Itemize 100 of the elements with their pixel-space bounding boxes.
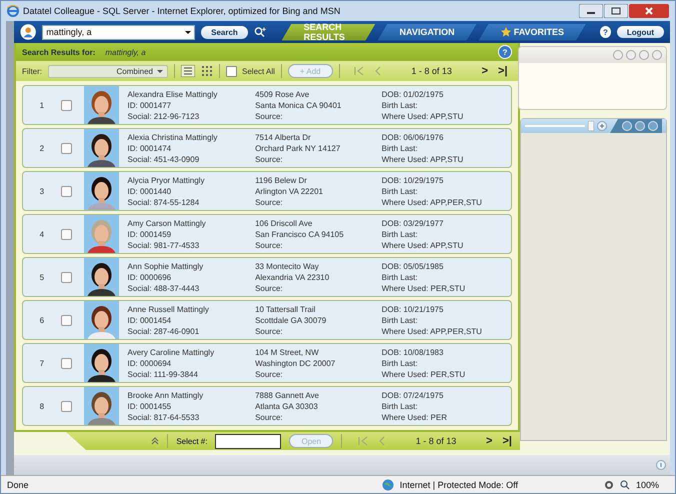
- where-used: Where Used: PER: [382, 412, 448, 423]
- checkbox[interactable]: [60, 186, 72, 196]
- birth-last: Birth Last:: [382, 358, 419, 369]
- social-number: Social: 488-37-4443: [128, 283, 200, 294]
- previous-page-icon[interactable]: [374, 66, 382, 76]
- zoom-icon[interactable]: [620, 480, 630, 490]
- street-address: 104 M Street, NW: [255, 347, 320, 358]
- checkbox[interactable]: [60, 400, 72, 412]
- row-number: 6: [38, 314, 46, 326]
- where-used: Where Used: PER,STU: [382, 283, 466, 294]
- person-name: Avery Caroline Mattingly: [128, 347, 216, 358]
- help-button[interactable]: ?: [600, 26, 611, 38]
- city-address: Alexandria VA 22310: [255, 272, 330, 283]
- person-name: Alexia Christina Mattingly: [128, 132, 218, 143]
- globe-icon: [382, 478, 394, 490]
- checkbox[interactable]: [60, 142, 72, 154]
- street-address: 4509 Rose Ave: [255, 89, 310, 100]
- where-used: Where Used: PER,STU: [382, 369, 466, 380]
- source-label: Source:: [255, 197, 284, 208]
- result-row[interactable]: 4 Amy Carson Mattingly ID: 0001459 Social: 981-77-4533 106 Driscoll Ave San Francisco CA 94105 Source: DOB: 03/29/1977 Birth Last: Where Used: APP,STU: [22, 214, 512, 254]
- source-label: Source:: [255, 283, 284, 294]
- birth-last: Birth Last:: [382, 315, 419, 326]
- result-row[interactable]: 1 Alexandra Elise Mattingly ID: 0001477 Social: 212-96-7123 4509 Rose Ave Santa Monica CA 90401 Source: DOB: 01/02/1975 Birth Last: Where Used: APP,STU: [22, 85, 512, 125]
- where-used: Where Used: APP,PER,STU: [382, 326, 483, 337]
- social-number: Social: 451-43-0909: [128, 154, 200, 165]
- person-id: ID: 0001454: [128, 315, 172, 326]
- person-name: Amy Carson Mattingly: [128, 218, 207, 229]
- zoom-level[interactable]: 100%: [636, 480, 659, 490]
- last-page-button[interactable]: >|: [498, 65, 508, 77]
- next-page-button[interactable]: >: [482, 65, 488, 77]
- city-address: Atlanta GA 30303: [255, 401, 319, 412]
- person-name: Alexandra Elise Mattingly: [128, 89, 218, 100]
- last-page-button[interactable]: >|: [502, 435, 512, 447]
- row-number: 7: [38, 358, 46, 370]
- street-address: 7888 Gannett Ave: [255, 390, 320, 401]
- nav-tab[interactable]: NAVIGATION: [378, 24, 477, 40]
- checkbox[interactable]: [60, 314, 72, 326]
- checkbox[interactable]: [60, 358, 72, 368]
- scroll-down-icon[interactable]: [656, 460, 666, 470]
- street-address: 7514 Alberta Dr: [255, 132, 312, 143]
- page-info: 1 - 8 of 13: [410, 66, 453, 76]
- person-name: Brooke Ann Mattingly: [128, 390, 204, 401]
- search-button[interactable]: Search: [201, 26, 248, 38]
- checkbox[interactable]: [60, 272, 72, 282]
- row-number: 3: [38, 186, 46, 198]
- city-address: San Francisco CA 94105: [255, 229, 345, 240]
- result-row[interactable]: 5 Ann Sophie Mattingly ID: 0000696 Social: 488-37-4443 33 Montecito Way Alexandria VA 22310 Source: DOB: 05/05/1985 Birth Last: Where Used: PER,STU: [22, 257, 512, 297]
- checkbox[interactable]: [60, 100, 72, 110]
- person-id: ID: 0001477: [128, 100, 172, 111]
- next-page-button[interactable]: >: [486, 435, 492, 447]
- previous-page-icon[interactable]: [378, 436, 386, 446]
- social-number: Social: 287-46-0901: [128, 326, 200, 337]
- list-view-icon[interactable]: [181, 65, 195, 77]
- result-row[interactable]: 6 Anne Russell Mattingly ID: 0001454 Social: 287-46-0901 10 Tattersall Trail Scottdale GA 30079 Source: DOB: 10/21/1975 Birth Last: Where Used: APP,PER,STU: [22, 300, 512, 340]
- person-id: ID: 0001459: [128, 229, 172, 240]
- row-number: 8: [38, 400, 46, 412]
- results-label: Search Results for:: [22, 48, 96, 56]
- search-options-icon[interactable]: [254, 26, 266, 38]
- result-row[interactable]: 7 Avery Caroline Mattingly ID: 0000694 Social: 111-99-3844 104 M Street, NW Washington DC 20007 Source: DOB: 10/08/1983 Birth Last: Where Used: PER,STU: [22, 343, 512, 383]
- person-name: Alycia Pryor Mattingly: [128, 175, 206, 186]
- result-row[interactable]: 3 Alycia Pryor Mattingly ID: 0001440 Social: 874-55-1284 1196 Belew Dr Arlington VA 22201 Source: DOB: 10/29/1975 Birth Last: Where Used: APP,PER,STU: [22, 171, 512, 211]
- logout-button[interactable]: Logout: [616, 26, 664, 38]
- search-field[interactable]: mattingly, a: [42, 24, 196, 40]
- first-page-icon[interactable]: [358, 436, 368, 446]
- select-all-checkbox[interactable]: Select All: [226, 66, 275, 76]
- birth-date: DOB: 06/06/1976: [382, 132, 444, 143]
- city-address: Arlington VA 22201: [255, 186, 324, 197]
- city-address: Washington DC 20007: [255, 358, 336, 369]
- social-number: Social: 981-77-4533: [128, 240, 200, 251]
- star-icon: [500, 27, 511, 37]
- zoom-in-icon[interactable]: [597, 121, 607, 131]
- filter-dropdown[interactable]: Combined: [48, 64, 168, 78]
- person-id: ID: 0000696: [128, 272, 172, 283]
- street-address: 1196 Belew Dr: [255, 175, 308, 186]
- checkbox[interactable]: [60, 228, 72, 240]
- birth-date: DOB: 01/02/1975: [382, 89, 444, 100]
- row-number: 5: [38, 272, 46, 284]
- row-number: 4: [38, 228, 46, 240]
- help-button[interactable]: ?: [498, 45, 512, 59]
- where-used: Where Used: APP,PER,STU: [382, 197, 483, 208]
- collapse-icon[interactable]: [151, 437, 160, 445]
- street-address: 106 Driscoll Ave: [255, 218, 314, 229]
- person-id: ID: 0001440: [128, 186, 172, 197]
- birth-date: DOB: 10/08/1983: [382, 347, 444, 358]
- close-icon[interactable]: [629, 4, 669, 18]
- maximize-icon[interactable]: [604, 4, 628, 18]
- grid-view-icon[interactable]: [201, 65, 213, 77]
- minimize-icon[interactable]: [579, 4, 603, 18]
- select-number-field[interactable]: [215, 434, 282, 448]
- slider-thumb-icon[interactable]: [588, 121, 594, 131]
- search-query: mattingly, a: [105, 48, 146, 56]
- person-id: ID: 0001455: [128, 401, 172, 412]
- result-row[interactable]: 2 Alexia Christina Mattingly ID: 0001474 Social: 451-43-0909 7514 Alberta Dr Orchard Park NY 14127 Source: DOB: 06/06/1976 Birth Last: Where Used: APP,STU: [22, 128, 512, 168]
- social-number: Social: 817-64-5533: [128, 412, 200, 423]
- security-zone: Internet | Protected Mode: Off: [400, 480, 518, 490]
- window-title: Datatel Colleague - SQL Server - Internet Explorer, optimized for Bing and MSN: [23, 6, 340, 16]
- nav-tab[interactable]: FAVORITES: [478, 24, 586, 40]
- first-page-icon[interactable]: [354, 66, 364, 76]
- result-row[interactable]: 8 Brooke Ann Mattingly ID: 0001455 Social: 817-64-5533 7888 Gannett Ave Atlanta GA 30303 Source: DOB: 07/24/1975 Birth Last: Where Used: PER: [22, 386, 512, 426]
- person-icon: [20, 23, 36, 41]
